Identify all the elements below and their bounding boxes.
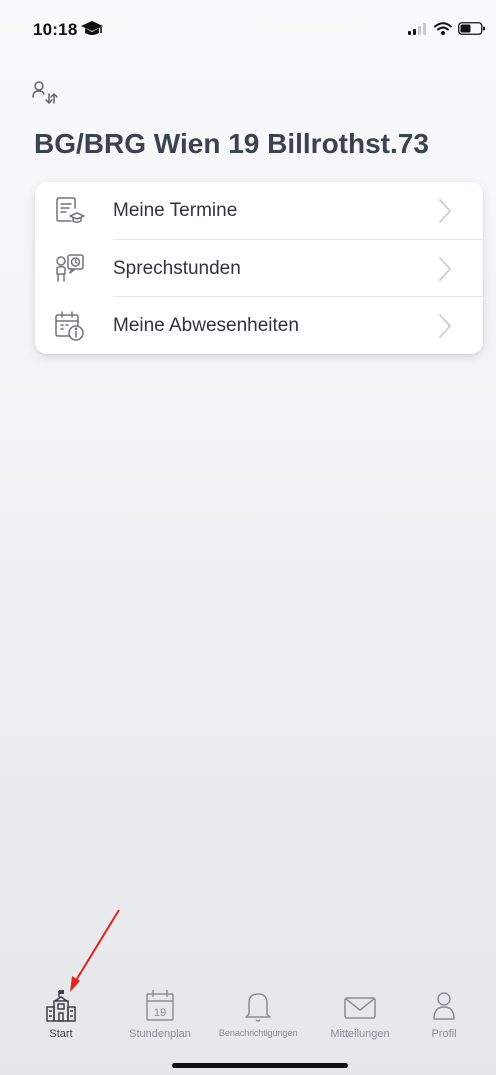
- menu-item-meine-abwesenheiten[interactable]: Meine Abwesenheiten: [35, 297, 483, 354]
- signal-icon: [408, 22, 428, 40]
- chevron-right-icon: [438, 198, 452, 229]
- menu-item-label: Meine Termine: [113, 200, 238, 221]
- tab-label: Start: [49, 1028, 73, 1040]
- chevron-right-icon: [438, 313, 452, 344]
- person-icon: [429, 985, 459, 1028]
- menu-item-meine-termine[interactable]: Meine Termine: [35, 182, 483, 239]
- calendar-icon: 19: [145, 985, 175, 1028]
- annotation-arrow: [70, 909, 120, 992]
- tab-benachrichtigungen[interactable]: Benachrichtigungen: [208, 985, 308, 1045]
- envelope-icon: [343, 985, 377, 1028]
- school-building-icon: [46, 985, 76, 1028]
- menu-item-label: Sprechstunden: [113, 258, 241, 279]
- tab-stundenplan[interactable]: 19 Stundenplan: [110, 985, 210, 1045]
- absence-calendar-icon: [53, 310, 85, 342]
- chevron-right-icon: [438, 256, 452, 287]
- menu-item-sprechstunden[interactable]: Sprechstunden: [35, 240, 483, 297]
- consultation-hours-icon: [53, 253, 85, 285]
- school-title: BG/BRG Wien 19 Billrothst.73: [34, 128, 429, 159]
- graduation-cap-icon: [80, 19, 104, 44]
- home-indicator: [172, 1063, 348, 1068]
- wifi-icon: [434, 22, 452, 40]
- tab-bar: Start 19 Stundenplan Benachrichtigungen: [0, 985, 496, 1045]
- status-time: 10:18: [33, 20, 78, 39]
- menu-card: Meine Termine Sprechstunden Meine Abwese…: [35, 182, 483, 354]
- status-indicators: [408, 22, 486, 40]
- tab-label: Profil: [431, 1028, 457, 1040]
- tab-start[interactable]: Start: [11, 985, 111, 1045]
- calendar-day: 19: [154, 1007, 166, 1019]
- battery-icon: [458, 22, 486, 40]
- switch-user-icon[interactable]: [32, 80, 62, 110]
- status-bar: 10:18: [0, 0, 496, 50]
- calendar-list-icon: [53, 195, 85, 227]
- menu-item-label: Meine Abwesenheiten: [113, 315, 299, 336]
- bell-icon: [243, 985, 273, 1028]
- tab-label: Benachrichtigungen: [218, 1028, 298, 1039]
- tab-label: Stundenplan: [129, 1028, 191, 1040]
- tab-profil[interactable]: Profil: [394, 985, 494, 1045]
